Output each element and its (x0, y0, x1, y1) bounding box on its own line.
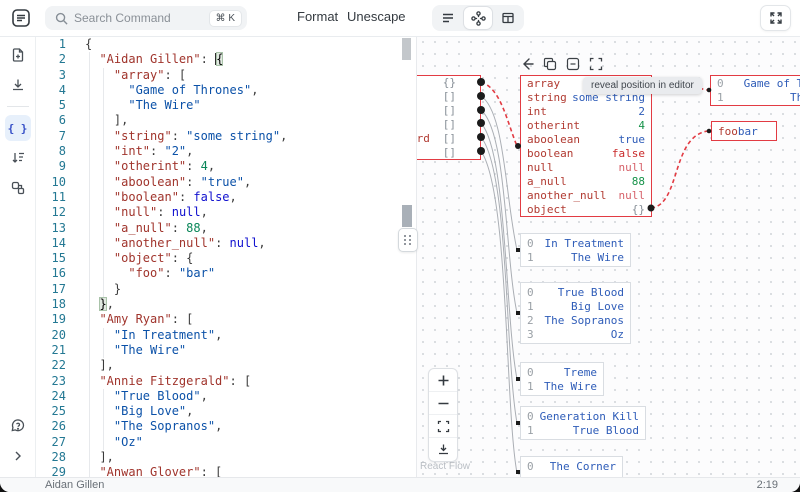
help-icon[interactable] (5, 413, 31, 439)
node-row: Aidan Gillen{} (442, 76, 456, 90)
collapse-node-icon[interactable] (566, 57, 580, 71)
list-node-amy-ryan[interactable]: 0 In Treatment 1 The Wire (520, 233, 631, 267)
status-bar: Aidan Gillen 2:19 (0, 477, 800, 492)
node-row: 1The Wire (527, 379, 597, 393)
format-button[interactable]: Format (297, 9, 338, 24)
graph-controls (428, 368, 458, 462)
unescape-button[interactable]: Unescape (347, 9, 406, 24)
reveal-tooltip: reveal position in editor (583, 77, 702, 94)
transform-icon[interactable] (5, 175, 31, 201)
collapse-sidebar-icon[interactable] (5, 443, 31, 469)
search-placeholder: Search Command (74, 11, 171, 25)
list-node-anwan-glover[interactable]: 0 Treme 1 The Wire (520, 362, 604, 396)
top-toolbar: Search Command ⌘ K Format Unescape (0, 0, 800, 37)
json-braces-icon[interactable]: { } (4, 115, 31, 141)
graph-view-button[interactable] (464, 7, 492, 29)
editor-scrollbar-thumb[interactable] (402, 38, 411, 60)
node-row: 0 The Corner (527, 459, 616, 473)
node-row: 0 In Treatment (527, 236, 624, 250)
node-row: a_null 88 (527, 174, 645, 188)
node-row: 0 Generation Kill (527, 409, 639, 423)
selected-object-node[interactable]: array[]stringsome stringint2otherint4abo… (520, 75, 652, 217)
node-row: object{} (527, 202, 645, 216)
fit-view-button[interactable] (429, 415, 457, 438)
node-row: 0 True Blood (527, 285, 624, 299)
root-object-node[interactable]: Aidan Gillen{}Amy Ryan[]Annie Fitzgerald… (417, 75, 481, 160)
app-logo-icon (9, 6, 33, 30)
left-sidebar: { } (0, 36, 36, 477)
node-row: Alexander Skarsgard[] (417, 131, 456, 145)
focus-node-icon[interactable] (589, 57, 603, 71)
node-row: 0 Treme (527, 365, 597, 379)
node-row: null null (527, 160, 645, 174)
node-row: another_null null (527, 188, 645, 202)
panel-divider (416, 36, 417, 477)
breadcrumb-path: Aidan Gillen (45, 479, 105, 491)
download-image-button[interactable] (429, 438, 457, 461)
graph-canvas[interactable]: Aidan Gillen{}Amy Ryan[]Annie Fitzgerald… (417, 36, 800, 477)
node-row: foo bar (718, 124, 758, 138)
search-icon (55, 12, 68, 25)
zoom-in-button[interactable] (429, 369, 457, 392)
divider-scroll-thumb[interactable] (402, 205, 412, 227)
table-view-button[interactable] (494, 7, 522, 29)
node-row: 1The Wire (527, 250, 624, 264)
node-row: otherint 4 (527, 118, 645, 132)
node-row: Amy Ryan[] (442, 90, 456, 104)
back-icon[interactable] (520, 57, 534, 71)
json-code-editor[interactable]: 1{2 "Aidan Gillen": {3 "array": [4 "Game… (36, 36, 417, 477)
node-row: 2 The Sopranos (527, 313, 624, 327)
app-window: Search Command ⌘ K Format Unescape {} 1… (0, 0, 800, 492)
sort-icon[interactable] (5, 145, 31, 171)
list-node-alexander-skarsgard[interactable]: 0 Generation Kill 1 True Blood (520, 406, 646, 440)
command-search-input[interactable]: Search Command ⌘ K (45, 6, 247, 30)
sidebar-divider (6, 106, 29, 107)
zoom-out-button[interactable] (429, 392, 457, 415)
node-row: int 2 (527, 104, 645, 118)
code-lines: 1{2 "Aidan Gillen": {3 "array": [4 "Game… (51, 37, 288, 477)
text-view-button[interactable] (434, 7, 462, 29)
view-mode-switcher (432, 5, 524, 31)
copy-icon[interactable] (543, 57, 557, 71)
node-row: boolean false (527, 146, 645, 160)
array-child-node[interactable]: 0Game of Thrones1The Wire (710, 75, 800, 106)
list-node-clarke-peters[interactable]: 0 The Corner (520, 456, 623, 477)
node-row: 1 True Blood (527, 423, 639, 437)
fullscreen-button[interactable] (760, 5, 791, 31)
reactflow-attribution: React Flow (420, 461, 471, 472)
object-child-node[interactable]: foo bar (711, 121, 777, 141)
cursor-position: 2:19 (756, 479, 778, 491)
new-document-icon[interactable] (5, 42, 31, 68)
node-row: 3 Oz (527, 327, 624, 341)
node-row: Annie Fitzgerald[] (442, 104, 456, 118)
search-shortcut-badge: ⌘ K (209, 10, 241, 26)
node-row: Anwan Glover[] (442, 117, 456, 131)
node-row: 1 Big Love (527, 299, 624, 313)
panel-resize-handle[interactable] (398, 228, 418, 252)
node-row: Clarke Peters[] (442, 145, 456, 159)
node-row: 1The Wire (717, 90, 800, 104)
list-node-annie-fitzgerald[interactable]: 0 True Blood 1 Big Love 2 The Sopranos 3 Oz (520, 282, 631, 344)
drag-dots-icon (404, 235, 412, 245)
download-icon[interactable] (5, 72, 31, 98)
node-row: 0Game of Thrones (717, 76, 800, 90)
node-row: aboolean true (527, 132, 645, 146)
node-toolbar (520, 57, 603, 71)
